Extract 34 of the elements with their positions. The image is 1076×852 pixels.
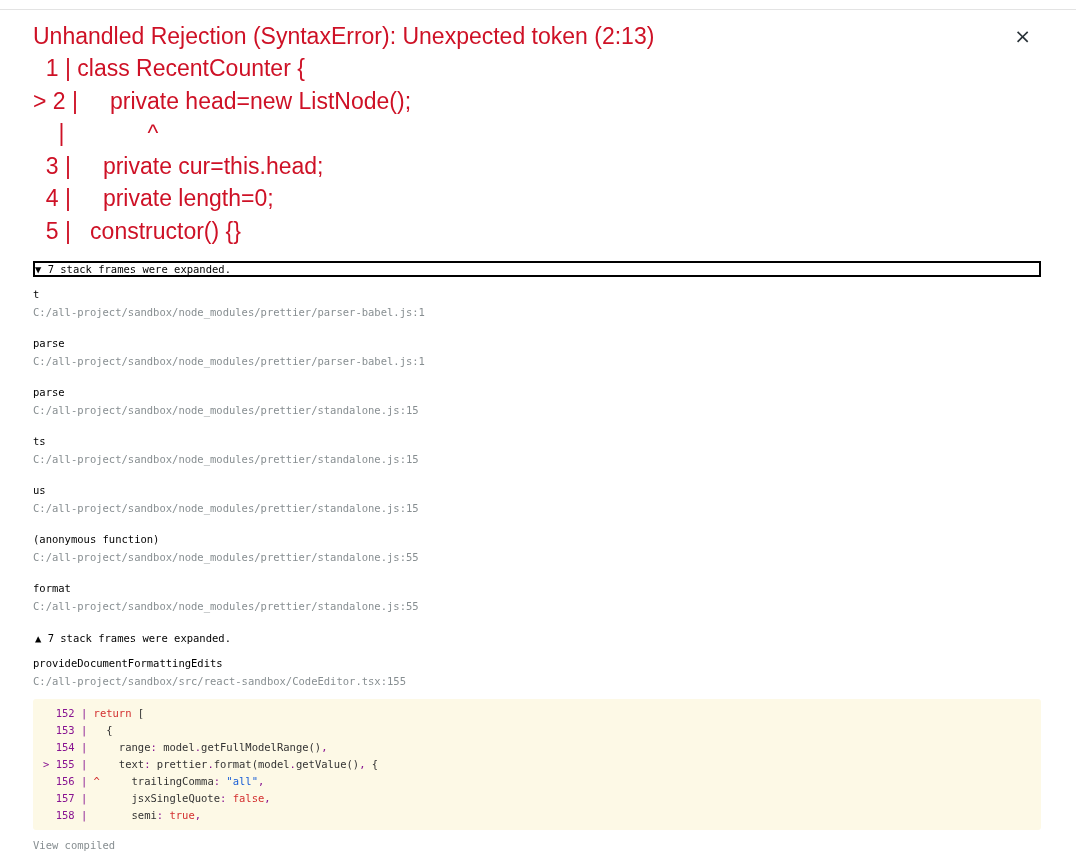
function-name: provideDocumentFormattingEdits (33, 656, 224, 671)
stack-frames-toggle[interactable]: ▲ 7 stack frames were expanded. (33, 630, 233, 646)
source-line: | ^ (57, 119, 160, 148)
source-line: 3 | private cur=this.head; (44, 151, 325, 181)
code-line: 152 | return [ (54, 706, 146, 722)
function-name: parse (33, 385, 66, 400)
function-name: t (33, 287, 41, 302)
source-line: 1 | class RecentCounter { (44, 54, 306, 83)
function-name: us (33, 483, 47, 498)
file-path: C:/all-project/sandbox/node_modules/prettier/parser-babel.js:1 (33, 354, 426, 369)
function-name: format (33, 581, 72, 596)
function-name: ts (33, 434, 47, 449)
error-title: Unhandled Rejection (SyntaxError): Unexpected token (2:13) (33, 22, 655, 51)
file-path: C:/all-project/sandbox/node_modules/prettier/standalone.js:55 (33, 550, 420, 565)
code-line: 156 | ^ trailingComma: "all", (54, 774, 266, 790)
file-path: C:/all-project/sandbox/src/react-sandbox/CodeEditor.tsx:155 (33, 674, 407, 689)
file-path: C:/all-project/sandbox/node_modules/prettier/standalone.js:55 (33, 599, 420, 614)
source-line: > 2 | private head=new ListNode(); (33, 86, 413, 116)
source-line: 5 | constructor() {} (44, 216, 242, 246)
code-line: > 155 | text: prettier.format(model.getValue(), { (43, 757, 380, 773)
source-line: 4 | private length=0; (44, 184, 275, 213)
file-path: C:/all-project/sandbox/node_modules/prettier/standalone.js:15 (33, 501, 420, 516)
close-button[interactable]: × (1004, 20, 1041, 52)
file-path: C:/all-project/sandbox/node_modules/prettier/standalone.js:15 (33, 403, 420, 418)
code-line: 158 | semi: true, (54, 808, 203, 824)
function-name: (anonymous function) (33, 532, 161, 547)
stack-frames-toggle[interactable]: ▼ 7 stack frames were expanded. (33, 261, 1041, 277)
file-path: C:/all-project/sandbox/node_modules/prettier/standalone.js:15 (33, 452, 420, 467)
view-compiled-link[interactable]: View compiled (33, 839, 116, 851)
code-line: 157 | jsxSingleQuote: false, (54, 791, 272, 807)
function-name: parse (33, 336, 66, 351)
code-line: 153 | { (54, 723, 114, 739)
code-line: 154 | range: model.getFullModelRange(), (54, 740, 329, 756)
file-path: C:/all-project/sandbox/node_modules/prettier/parser-babel.js:1 (33, 305, 426, 320)
